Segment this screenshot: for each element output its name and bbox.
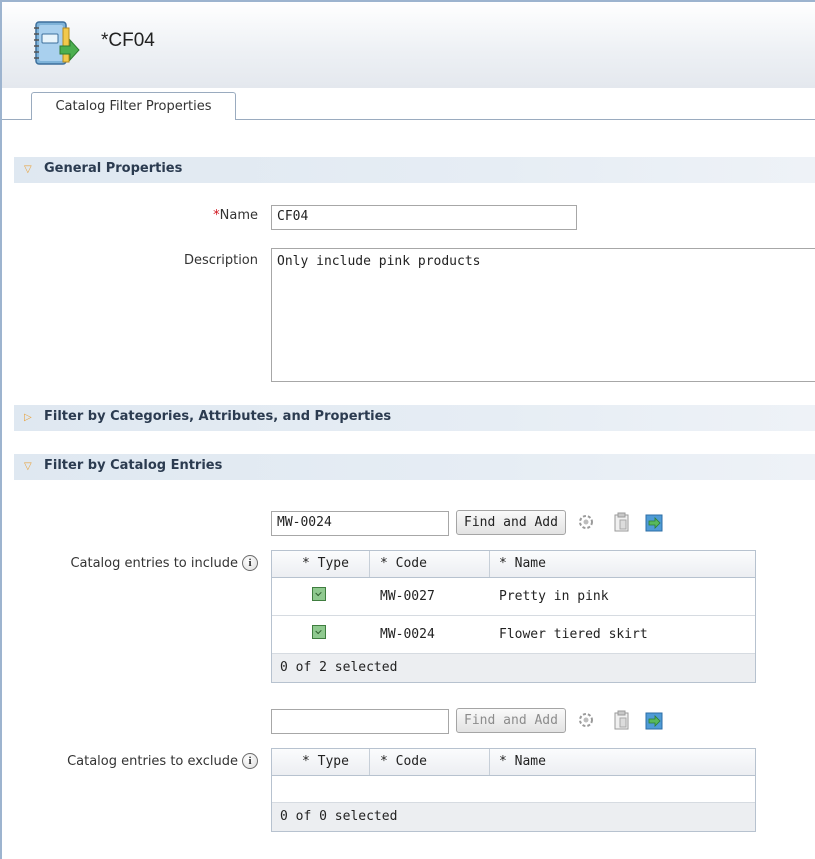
section-filter-by-catalog-entries[interactable]: ▽ Filter by Catalog Entries (14, 454, 815, 480)
section-general-properties[interactable]: ▽ General Properties (14, 157, 815, 183)
table-row[interactable]: MW-0024 Flower tiered skirt (272, 616, 755, 654)
catalog-item-icon (312, 625, 326, 639)
grid-header: * Type * Code * Name (272, 749, 755, 776)
description-field[interactable]: Only include pink products (271, 248, 815, 382)
grid-header: * Type * Code * Name (272, 551, 755, 578)
find-catalog-entry-icon[interactable] (578, 513, 596, 533)
include-label: Catalog entries to include (70, 556, 238, 571)
row-code: MW-0027 (380, 589, 435, 604)
section-filter-by-categories[interactable]: ▷ Filter by Categories, Attributes, and … (14, 405, 815, 431)
clipboard-icon[interactable] (613, 710, 631, 730)
row-code: MW-0024 (380, 627, 435, 642)
column-header-code[interactable]: * Code (380, 551, 427, 577)
description-label: Description (183, 253, 258, 268)
section-title: Filter by Catalog Entries (44, 458, 223, 473)
editor-title: *CF04 (101, 30, 155, 51)
section-title: General Properties (44, 161, 183, 176)
tab-catalog-filter-properties[interactable]: Catalog Filter Properties (31, 92, 236, 120)
find-catalog-entry-icon[interactable] (578, 711, 596, 731)
exclude-selection-status: 0 of 0 selected (272, 803, 755, 831)
include-grid: * Type * Code * Name MW-0027 Pretty in p… (271, 550, 756, 683)
include-find-and-add-button[interactable]: Find and Add (456, 510, 566, 535)
empty-grid-area (272, 776, 755, 803)
name-label: *Name (213, 208, 258, 223)
collapsed-twisty-icon[interactable]: ▷ (24, 412, 32, 423)
column-header-name[interactable]: * Name (499, 551, 546, 577)
clipboard-icon[interactable] (613, 512, 631, 532)
name-field[interactable]: CF04 (271, 205, 577, 230)
table-row[interactable]: MW-0027 Pretty in pink (272, 578, 755, 616)
catalog-filter-icon (34, 21, 80, 65)
expanded-twisty-icon[interactable]: ▽ (24, 461, 32, 472)
column-header-type[interactable]: * Type (302, 551, 349, 577)
include-selection-status: 0 of 2 selected (272, 654, 755, 682)
section-title: Filter by Categories, Attributes, and Pr… (44, 409, 392, 424)
exclude-find-and-add-button[interactable]: Find and Add (456, 708, 566, 733)
editor-header: *CF04 (2, 2, 815, 88)
expanded-twisty-icon[interactable]: ▽ (24, 164, 32, 175)
info-icon[interactable]: i (242, 555, 258, 571)
open-utilities-icon[interactable] (645, 513, 663, 533)
row-name: Pretty in pink (499, 589, 609, 604)
include-search-input[interactable]: MW-0024 (271, 511, 449, 536)
exclude-label: Catalog entries to exclude (67, 754, 238, 769)
catalog-item-icon (312, 587, 326, 601)
info-icon[interactable]: i (242, 753, 258, 769)
exclude-grid: * Type * Code * Name 0 of 0 selected (271, 748, 756, 832)
row-name: Flower tiered skirt (499, 627, 648, 642)
exclude-search-input[interactable] (271, 709, 449, 734)
open-utilities-icon[interactable] (645, 711, 663, 731)
column-header-name[interactable]: * Name (499, 749, 546, 775)
column-header-code[interactable]: * Code (380, 749, 427, 775)
column-header-type[interactable]: * Type (302, 749, 349, 775)
